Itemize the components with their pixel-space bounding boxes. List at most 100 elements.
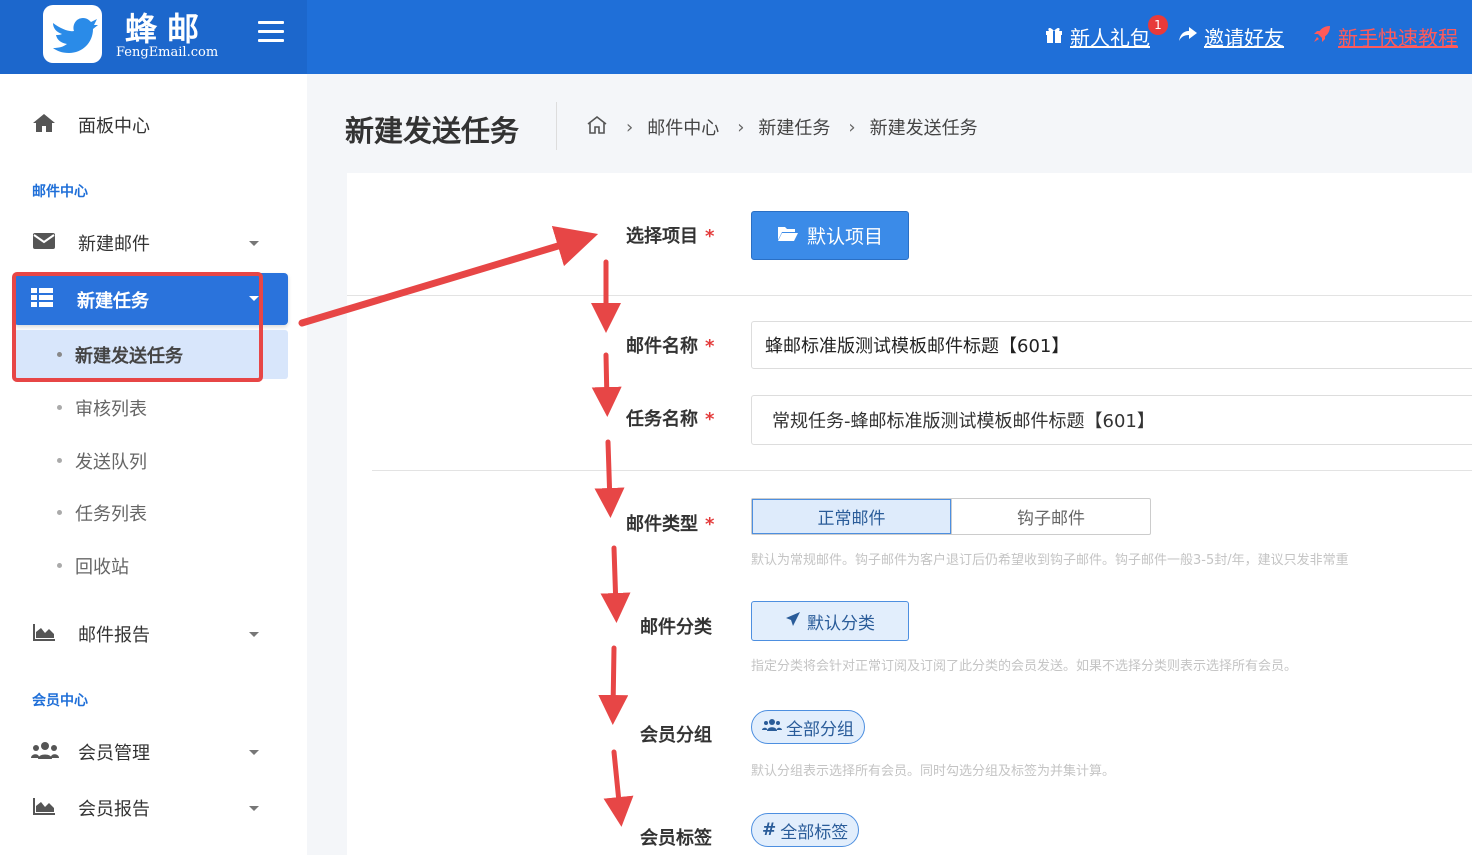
home-outline-icon[interactable] xyxy=(586,115,608,140)
bird-logo-icon[interactable] xyxy=(43,5,102,63)
sidebar-item-label: 会员管理 xyxy=(78,743,150,764)
gift-icon xyxy=(1044,24,1064,49)
bullet-icon xyxy=(57,563,62,568)
sidebar-subitem-send-queue[interactable]: 发送队列 xyxy=(0,437,307,483)
sidebar-item-member-report[interactable]: 会员报告 xyxy=(0,783,307,833)
chevron-right-icon: › xyxy=(737,116,745,138)
sidebar-item-label: 新建任务 xyxy=(77,291,149,312)
sidebar-subitem-label: 发送队列 xyxy=(75,452,147,473)
sidebar-subitem-review-list[interactable]: 审核列表 xyxy=(0,384,307,430)
sidebar-item-label: 面板中心 xyxy=(78,116,150,137)
category-label: 邮件分类 xyxy=(640,617,712,638)
bullet-icon xyxy=(57,352,62,357)
mail-type-normal-option[interactable]: 正常邮件 xyxy=(752,499,951,534)
divider xyxy=(372,470,1472,471)
breadcrumb-item[interactable]: 新建任务 xyxy=(758,114,830,140)
select-group-label: 全部分组 xyxy=(786,719,854,740)
select-project-button[interactable]: 默认项目 xyxy=(751,211,909,260)
users-icon xyxy=(762,718,782,736)
sidebar: 面板中心 邮件中心 新建邮件 新建任务 新建发送任务 审核列表 发送队列 任务列… xyxy=(0,74,307,855)
member-group-label: 会员分组 xyxy=(640,725,712,746)
top-header: 蜂邮 FengEmail.com 新人礼包 1 邀请好友 新手快速教程 xyxy=(0,0,1472,74)
sidebar-subitem-label: 新建发送任务 xyxy=(75,346,183,367)
envelope-icon xyxy=(30,231,58,255)
invite-friends-link[interactable]: 邀请好友 xyxy=(1178,22,1284,51)
mail-type-label: 邮件类型 * xyxy=(626,514,715,535)
bullet-icon xyxy=(57,510,62,515)
sidebar-subitem-label: 回收站 xyxy=(75,557,129,578)
users-icon xyxy=(30,740,59,765)
member-tag-label: 会员标签 xyxy=(640,828,712,849)
select-project-label: 默认项目 xyxy=(806,226,883,248)
chevron-down-icon xyxy=(249,805,259,811)
share-icon xyxy=(1178,25,1198,48)
title-divider xyxy=(556,102,557,150)
rocket-icon xyxy=(1312,24,1332,49)
breadcrumb-item: 新建发送任务 xyxy=(869,118,978,139)
sidebar-item-label: 邮件报告 xyxy=(78,625,150,646)
section-mail-center: 邮件中心 xyxy=(32,184,88,200)
select-tag-button[interactable]: # 全部标签 xyxy=(751,813,860,847)
quick-tutorial-label: 新手快速教程 xyxy=(1338,25,1458,50)
sidebar-item-new-task[interactable]: 新建任务 xyxy=(14,273,288,325)
divider xyxy=(347,295,1472,296)
home-icon xyxy=(30,112,58,139)
mail-type-toggle: 正常邮件 钩子邮件 xyxy=(751,498,1151,535)
mail-name-input[interactable]: 蜂邮标准版测试模板邮件标题【601】 xyxy=(751,321,1472,369)
hashtag-icon: # xyxy=(762,820,777,840)
mail-name-label-text: 邮件名称 xyxy=(626,336,698,357)
task-name-label: 任务名称 * xyxy=(626,409,715,430)
sidebar-item-member-manage[interactable]: 会员管理 xyxy=(0,727,307,777)
sidebar-subitem-label: 任务列表 xyxy=(75,504,147,525)
select-category-button[interactable]: 默认分类 xyxy=(751,601,909,641)
bullet-icon xyxy=(57,405,62,410)
form-card: 选择项目 * 默认项目 邮件名称 * 蜂邮标准版测试模板邮件标题【601】 任务名称… xyxy=(347,173,1472,855)
mail-type-label-text: 邮件类型 xyxy=(626,514,698,535)
sidebar-item-label: 会员报告 xyxy=(78,799,150,820)
breadcrumb-item[interactable]: 邮件中心 xyxy=(647,114,719,140)
chevron-right-icon: › xyxy=(626,116,634,138)
sidebar-item-dashboard[interactable]: 面板中心 xyxy=(0,100,307,150)
invite-friends-label: 邀请好友 xyxy=(1204,25,1284,50)
notification-badge: 1 xyxy=(1148,14,1168,35)
chevron-down-icon xyxy=(249,749,259,755)
task-name-label-text: 任务名称 xyxy=(626,409,698,430)
sidebar-subitem-task-list[interactable]: 任务列表 xyxy=(0,489,307,535)
page-title: 新建发送任务 xyxy=(345,114,520,148)
mail-type-help: 默认为常规邮件。钩子邮件为客户退订后仍希望收到钩子邮件。钩子邮件一般3-5封/年… xyxy=(751,553,1349,568)
sidebar-subitem-label: 审核列表 xyxy=(75,399,147,420)
breadcrumb: › 邮件中心 › 新建任务 › 新建发送任务 xyxy=(586,114,978,140)
project-label-text: 选择项目 xyxy=(626,226,698,247)
list-icon xyxy=(30,286,54,313)
paper-plane-icon xyxy=(785,611,801,631)
sidebar-item-new-mail[interactable]: 新建邮件 xyxy=(0,218,307,268)
sidebar-subitem-new-send-task[interactable]: 新建发送任务 xyxy=(14,330,288,379)
chevron-down-icon xyxy=(249,240,259,246)
quick-tutorial-link[interactable]: 新手快速教程 xyxy=(1312,22,1458,51)
mail-name-label: 邮件名称 * xyxy=(626,336,715,357)
member-group-help: 默认分组表示选择所有会员。同时勾选分组及标签为并集计算。 xyxy=(751,764,1116,779)
new-user-gift-link[interactable]: 新人礼包 1 xyxy=(1044,14,1168,51)
area-chart-icon xyxy=(30,796,58,821)
chevron-down-icon xyxy=(249,631,259,637)
select-group-button[interactable]: 全部分组 xyxy=(751,710,865,744)
sidebar-subitem-recycle-bin[interactable]: 回收站 xyxy=(0,542,307,588)
sidebar-item-label: 新建邮件 xyxy=(78,234,150,255)
menu-toggle-icon[interactable] xyxy=(258,21,284,43)
task-name-input[interactable]: 常规任务-蜂邮标准版测试模板邮件标题【601】 xyxy=(751,395,1472,445)
area-chart-icon xyxy=(30,622,58,647)
folder-open-icon xyxy=(777,224,799,247)
header-links: 新人礼包 1 邀请好友 新手快速教程 xyxy=(1016,14,1458,54)
bullet-icon xyxy=(57,458,62,463)
mail-type-hook-option[interactable]: 钩子邮件 xyxy=(951,499,1150,534)
section-member-center: 会员中心 xyxy=(32,693,88,709)
brand-domain: FengEmail.com xyxy=(116,45,219,60)
select-tag-label: 全部标签 xyxy=(780,822,849,843)
chevron-right-icon: › xyxy=(848,116,856,138)
category-help: 指定分类将会针对正常订阅及订阅了此分类的会员发送。如果不选择分类则表示选择所有会… xyxy=(751,659,1298,674)
select-category-label: 默认分类 xyxy=(807,613,875,634)
brand-area: 蜂邮 FengEmail.com xyxy=(0,0,307,74)
chevron-down-icon xyxy=(249,296,259,301)
sidebar-item-mail-report[interactable]: 邮件报告 xyxy=(0,609,307,659)
brand-name: 蜂邮 xyxy=(125,10,210,48)
